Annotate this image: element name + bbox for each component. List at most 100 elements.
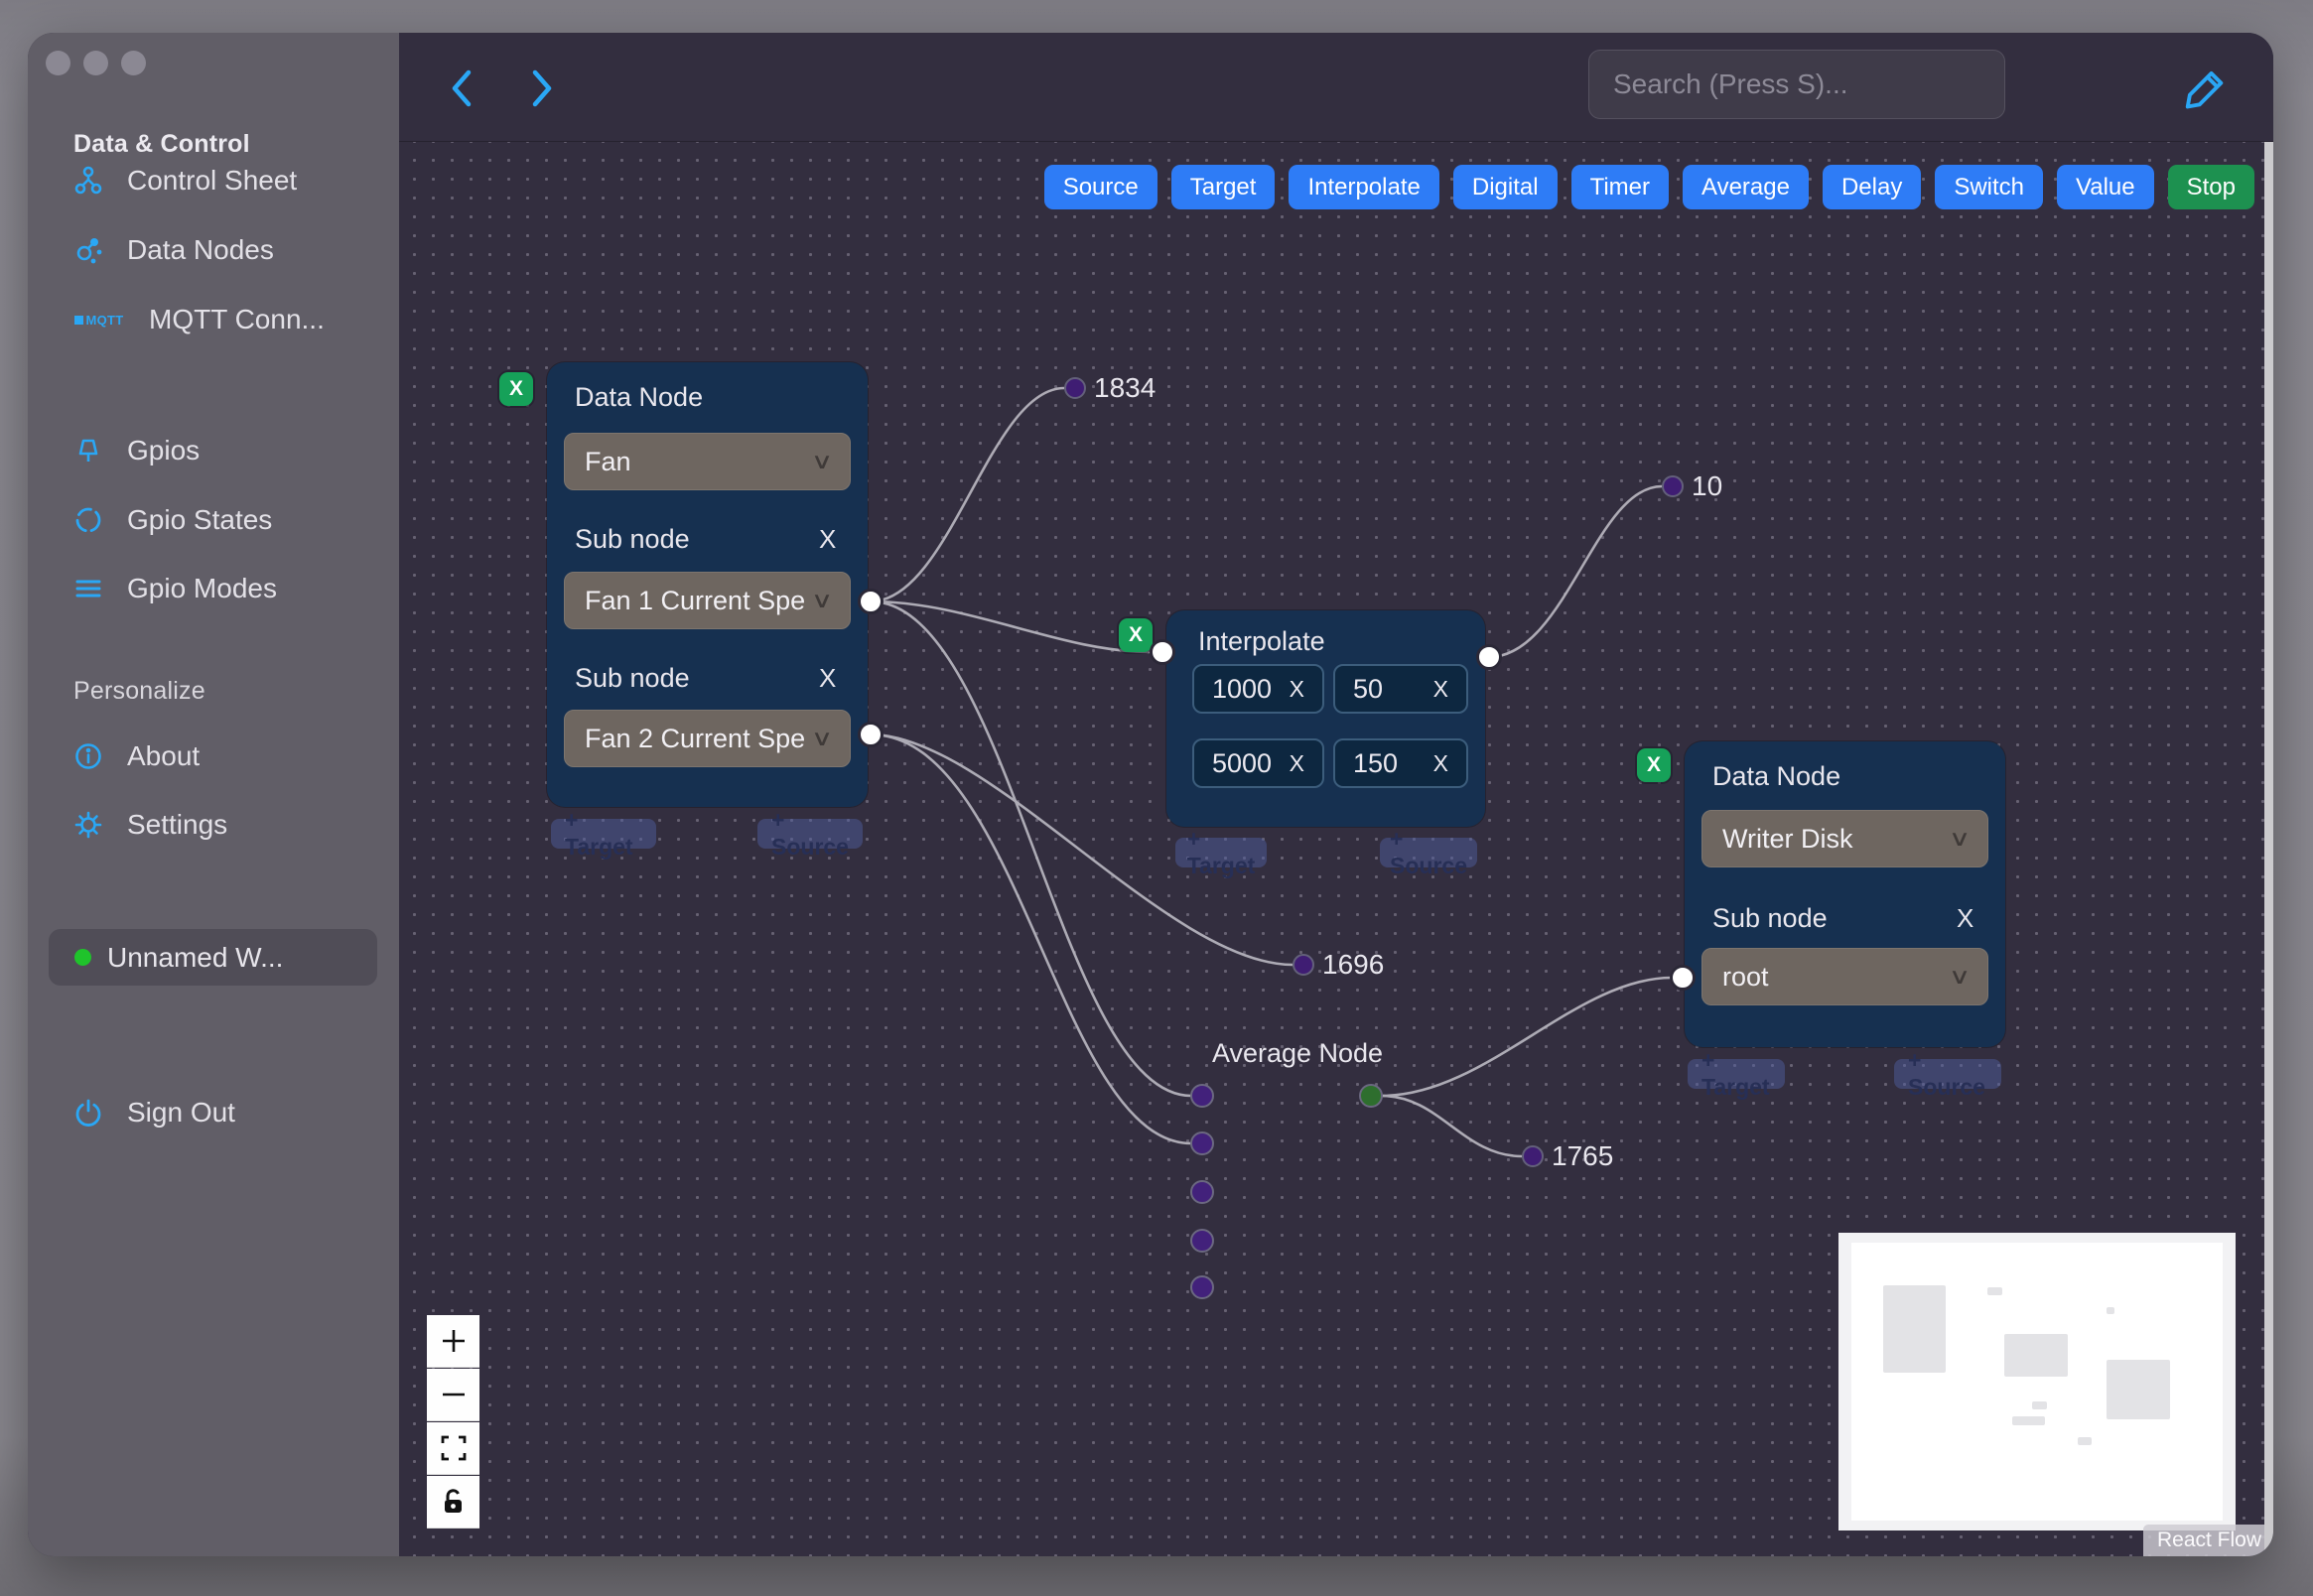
minus-icon	[442, 1393, 465, 1396]
add-target-button[interactable]: + Target	[1688, 1047, 1785, 1100]
node-type-dropdown[interactable]: Fan ∨	[564, 433, 851, 490]
lines-icon	[71, 572, 105, 605]
add-source-button[interactable]: + Source	[1380, 826, 1477, 878]
sidebar-item-settings[interactable]: Settings	[71, 808, 227, 842]
delete-node-button[interactable]: X	[1637, 748, 1671, 782]
source-handle[interactable]	[858, 722, 884, 747]
node-title: Interpolate	[1198, 626, 1325, 656]
node-type-dropdown[interactable]: Writer Disk ∨	[1701, 810, 1988, 867]
node-data-fan[interactable]: Data Node Fan ∨ Sub node X Fan 1 Current…	[547, 362, 868, 807]
window-minimize-button[interactable]	[83, 51, 108, 75]
sidebar-item-label: MQTT Conn...	[149, 304, 325, 334]
zoom-out-button[interactable]	[427, 1369, 479, 1421]
chevron-right-icon	[532, 69, 552, 107]
flow-controls	[427, 1315, 479, 1529]
remove-sub-node-button[interactable]: X	[1957, 903, 1973, 934]
palette-button-delay[interactable]: Delay	[1822, 165, 1922, 209]
sub-node-dropdown[interactable]: Fan 1 Current Spe ∨	[564, 572, 851, 629]
window-controls	[46, 51, 146, 75]
interpolate-value-box[interactable]: 5000 X	[1192, 738, 1324, 788]
sidebar-item-label: Gpio Modes	[127, 573, 277, 603]
mqtt-icon: MQTT	[71, 303, 127, 336]
palette-button-source[interactable]: Source	[1043, 165, 1157, 209]
window-close-button[interactable]	[46, 51, 70, 75]
target-handle[interactable]	[1190, 1229, 1214, 1253]
remove-value-button[interactable]: X	[1433, 750, 1448, 777]
palette-button-stop[interactable]: Stop	[2167, 165, 2254, 209]
minimap[interactable]	[1838, 1233, 2236, 1530]
flow-canvas[interactable]: Source Target Interpolate Digital Timer …	[399, 33, 2273, 1556]
sidebar-item-workspace[interactable]: Unnamed W...	[49, 929, 377, 986]
remove-value-button[interactable]: X	[1290, 676, 1304, 703]
remove-sub-node-button[interactable]: X	[819, 663, 836, 694]
sub-node-dropdown[interactable]: root ∨	[1701, 948, 1988, 1005]
add-target-button[interactable]: + Target	[551, 807, 656, 860]
target-handle[interactable]	[1190, 1180, 1214, 1204]
sidebar-section-title: Data & Control	[73, 130, 250, 158]
add-target-button[interactable]: + Target	[1175, 826, 1267, 878]
remove-value-button[interactable]: X	[1290, 750, 1304, 777]
chevron-down-icon: ∨	[810, 449, 834, 473]
fit-view-button[interactable]	[427, 1422, 479, 1475]
react-flow-attribution[interactable]: React Flow	[2142, 1525, 2273, 1556]
chevron-down-icon: ∨	[1948, 826, 1972, 851]
gear-icon	[71, 808, 105, 842]
zoom-in-button[interactable]	[427, 1315, 479, 1368]
palette-button-timer[interactable]: Timer	[1570, 165, 1669, 209]
lock-button[interactable]	[427, 1476, 479, 1529]
remove-sub-node-button[interactable]: X	[819, 524, 836, 555]
target-handle[interactable]	[1190, 1131, 1214, 1155]
fit-view-icon	[441, 1435, 466, 1461]
minimap-node	[2107, 1307, 2114, 1314]
sidebar-item-gpios[interactable]: Gpios	[71, 434, 200, 467]
palette-button-digital[interactable]: Digital	[1452, 165, 1558, 209]
source-handle[interactable]	[858, 589, 884, 614]
sidebar-item-sign-out[interactable]: Sign Out	[71, 1096, 235, 1130]
value-dot	[1064, 377, 1086, 399]
add-source-button[interactable]: + Source	[1894, 1047, 2001, 1100]
sidebar-item-control-sheet[interactable]: Control Sheet	[71, 164, 297, 198]
target-handle[interactable]	[1190, 1084, 1214, 1108]
node-data-writer[interactable]: Data Node Writer Disk ∨ Sub node X root …	[1685, 741, 2005, 1047]
minimap-node	[1987, 1287, 2002, 1295]
sidebar-item-label: Gpio States	[127, 504, 273, 535]
remove-value-button[interactable]: X	[1433, 676, 1448, 703]
search-input[interactable]	[1588, 50, 2005, 119]
sidebar: Data & Control Control Sheet Data Nodes …	[28, 33, 399, 1556]
back-button[interactable]	[443, 66, 482, 110]
minimap-node	[1883, 1285, 1946, 1373]
sidebar-item-gpio-states[interactable]: Gpio States	[71, 503, 272, 537]
palette-button-interpolate[interactable]: Interpolate	[1289, 165, 1439, 209]
interpolate-value-box[interactable]: 150 X	[1333, 738, 1468, 788]
delete-node-button[interactable]: X	[499, 372, 533, 406]
source-handle[interactable]	[1476, 644, 1502, 670]
sub-node-dropdown[interactable]: Fan 2 Current Spe ∨	[564, 710, 851, 767]
forward-button[interactable]	[521, 66, 561, 110]
minimap-node	[2032, 1401, 2047, 1409]
chevron-down-icon: ∨	[810, 726, 834, 750]
sidebar-item-gpio-modes[interactable]: Gpio Modes	[71, 572, 277, 605]
add-source-button[interactable]: + Source	[757, 807, 863, 860]
target-handle[interactable]	[1150, 639, 1175, 665]
info-icon	[71, 739, 105, 773]
edit-button[interactable]	[2177, 61, 2231, 114]
sidebar-item-about[interactable]: About	[71, 739, 200, 773]
value-dot	[1293, 954, 1314, 976]
target-handle[interactable]	[1190, 1275, 1214, 1299]
source-handle[interactable]	[1359, 1084, 1383, 1108]
status-dot	[74, 949, 91, 966]
palette-button-value[interactable]: Value	[2057, 165, 2154, 209]
interpolate-value-box[interactable]: 1000 X	[1192, 664, 1324, 714]
target-handle[interactable]	[1670, 965, 1696, 991]
window-zoom-button[interactable]	[121, 51, 146, 75]
sidebar-item-mqtt[interactable]: MQTT MQTT Conn...	[71, 303, 325, 336]
sidebar-item-data-nodes[interactable]: Data Nodes	[71, 233, 274, 267]
delete-node-button[interactable]: X	[1119, 618, 1153, 652]
interpolate-value-box[interactable]: 50 X	[1333, 664, 1468, 714]
vertical-scrollbar[interactable]	[2264, 142, 2273, 1556]
palette-button-switch[interactable]: Switch	[1935, 165, 2044, 209]
palette-button-target[interactable]: Target	[1170, 165, 1276, 209]
palette-button-average[interactable]: Average	[1683, 165, 1809, 209]
node-interpolate[interactable]: Interpolate 1000 X 50 X 5000 X 150 X	[1166, 610, 1485, 827]
power-icon	[71, 1096, 105, 1130]
